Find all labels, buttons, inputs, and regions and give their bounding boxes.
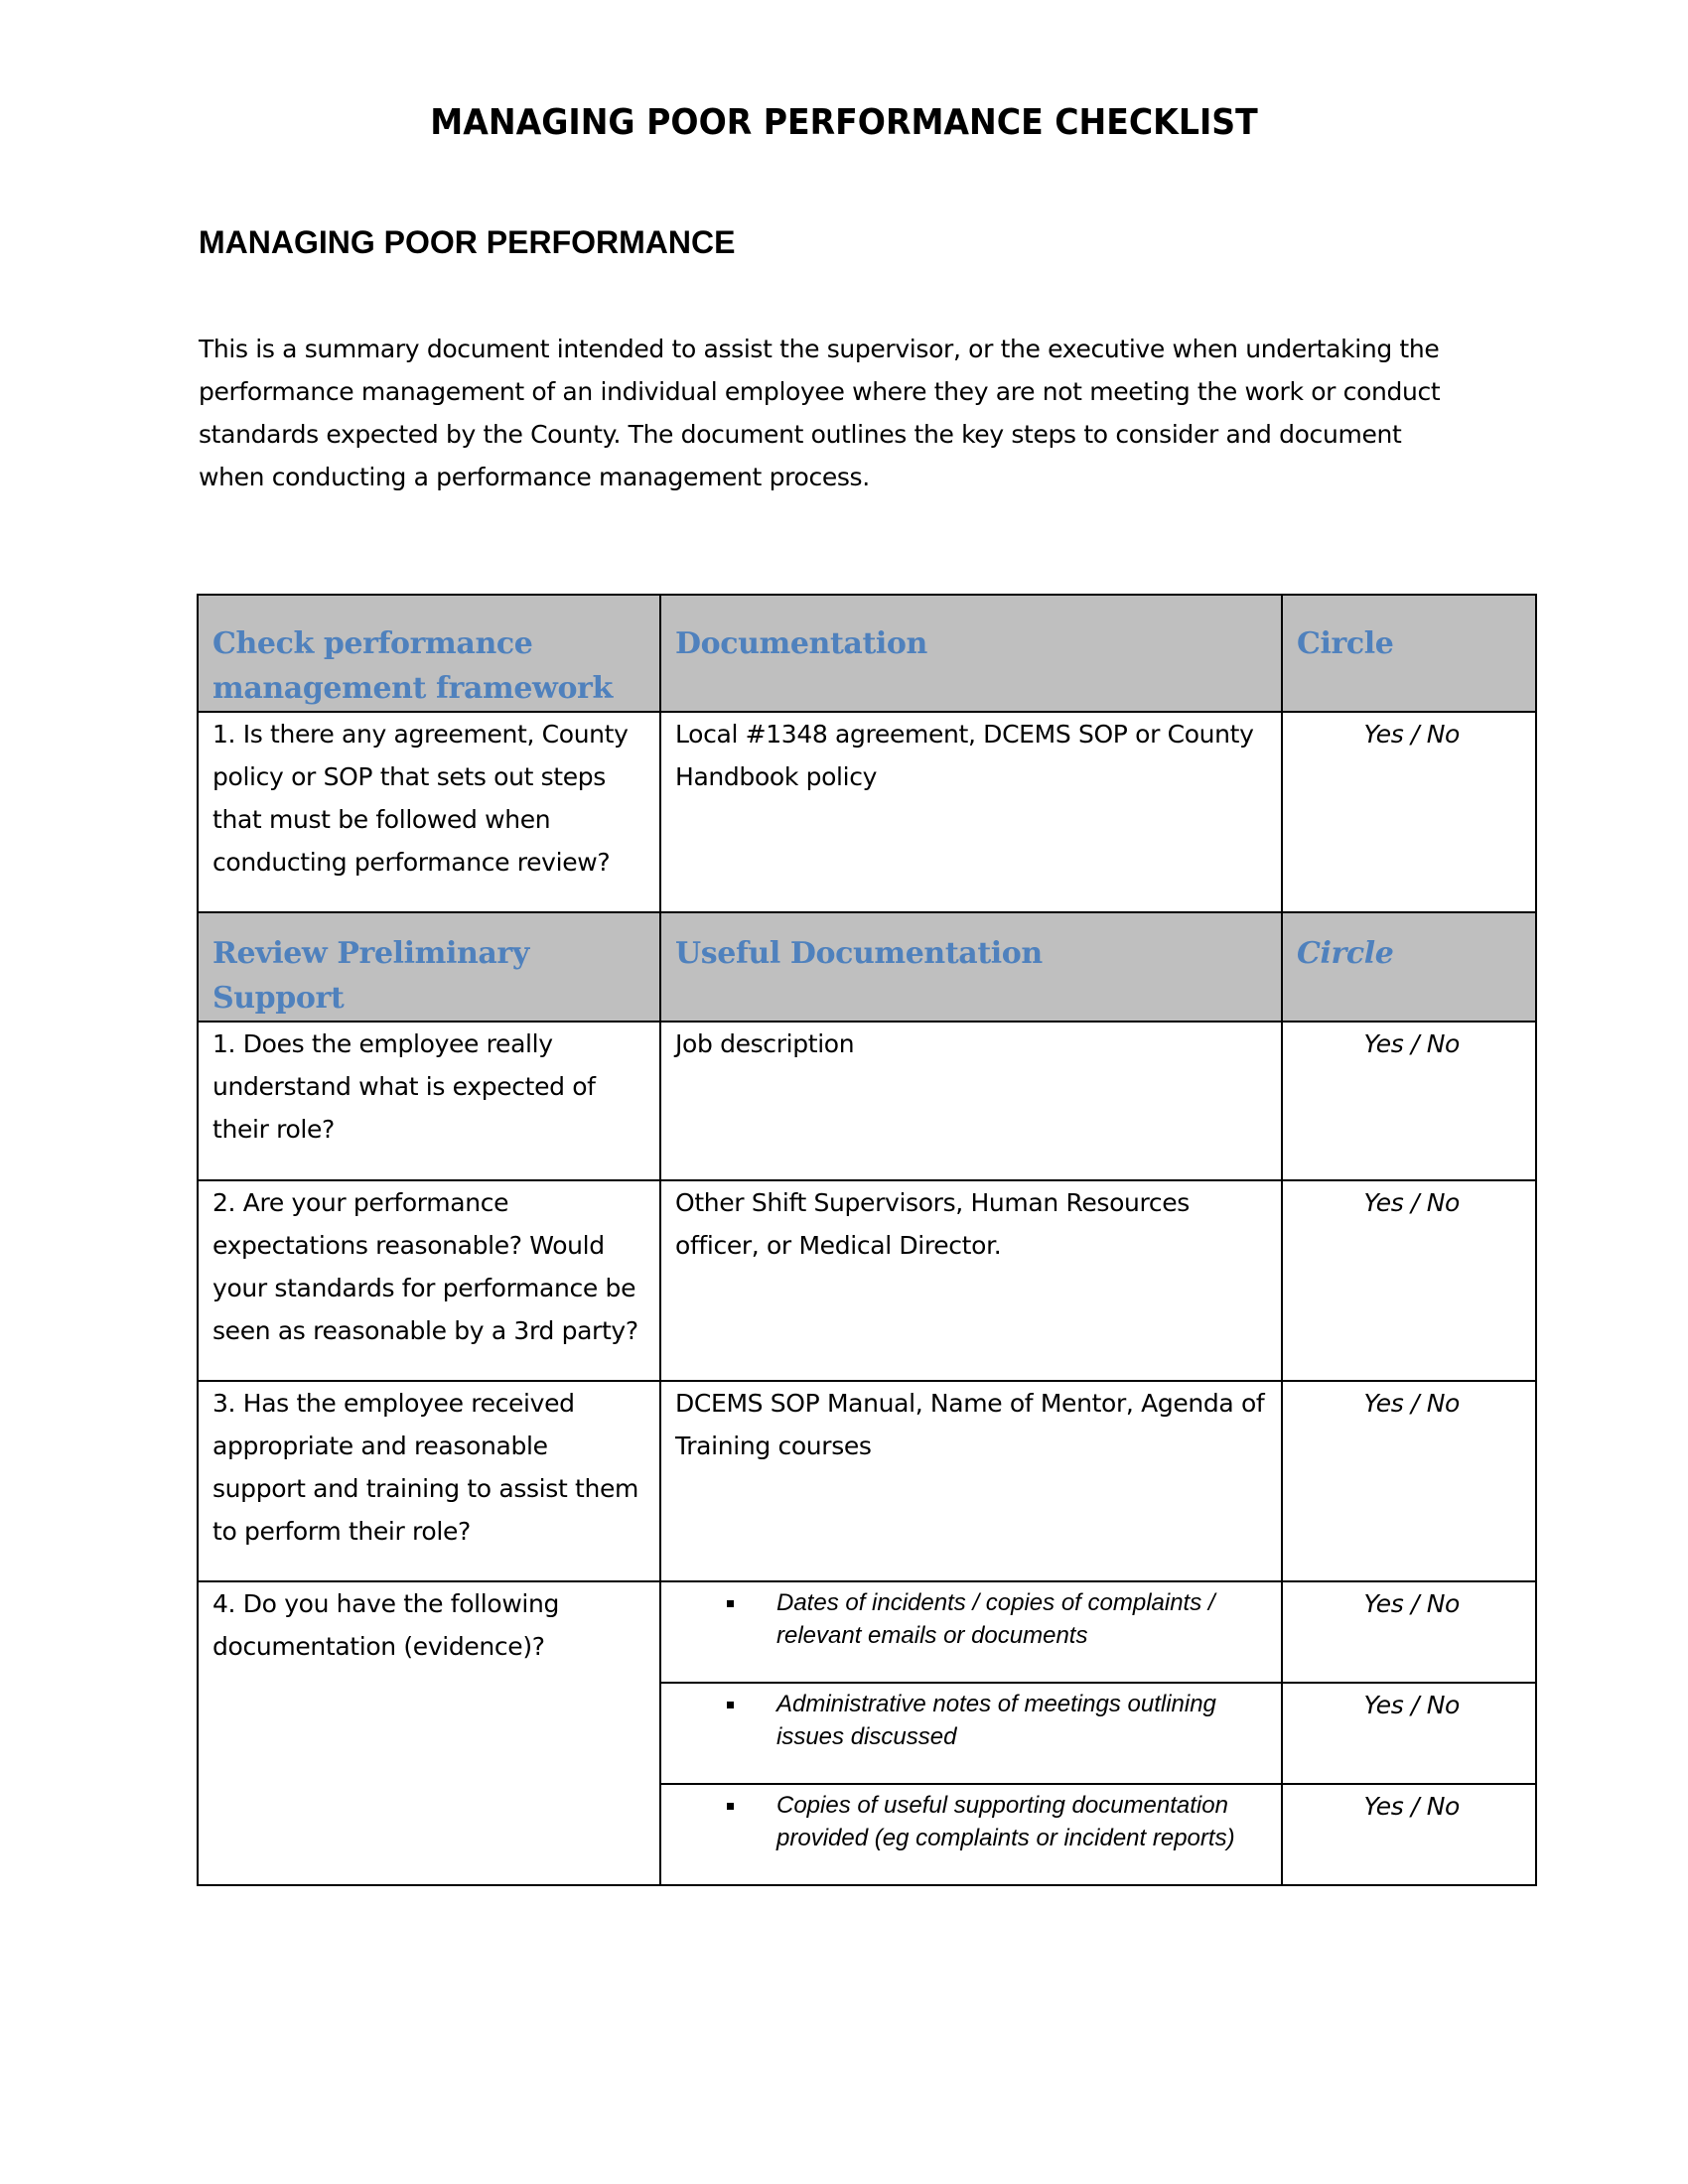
support-header-circle: Circle bbox=[1281, 911, 1537, 1023]
intro-line: performance management of an individual … bbox=[199, 377, 1441, 406]
table-row: 1. Does the employee really understand w… bbox=[197, 1021, 1537, 1181]
documentation-cell: Local #1348 agreement, DCEMS SOP or Coun… bbox=[659, 711, 1283, 913]
checklist-table: Check performance management framework D… bbox=[197, 594, 1537, 1886]
documentation-cell: DCEMS SOP Manual, Name of Mentor, Agenda… bbox=[659, 1380, 1283, 1582]
table-row: 1. Is there any agreement, County policy… bbox=[197, 711, 1537, 913]
evidence-item-text: Copies of useful supporting documentatio… bbox=[776, 1792, 1235, 1851]
page-title: MANAGING POOR PERFORMANCE CHECKLIST bbox=[430, 102, 1258, 143]
table-row: 3. Has the employee received appropriate… bbox=[197, 1380, 1537, 1582]
evidence-item: Dates of incidents / copies of complaint… bbox=[659, 1580, 1283, 1684]
support-header-review: Review Preliminary Support bbox=[197, 911, 661, 1023]
section-heading: MANAGING POOR PERFORMANCE bbox=[199, 224, 736, 260]
intro-line: This is a summary document intended to a… bbox=[199, 335, 1440, 363]
question-cell: 3. Has the employee received appropriate… bbox=[197, 1380, 661, 1582]
yes-no-option[interactable]: Yes / No bbox=[1281, 1783, 1537, 1886]
yes-no-option[interactable]: Yes / No bbox=[1281, 1380, 1537, 1582]
question-cell: 2. Are your performance expectations rea… bbox=[197, 1179, 661, 1382]
evidence-row: 4. Do you have the following documentati… bbox=[197, 1580, 1537, 1886]
yes-no-option[interactable]: Yes / No bbox=[1281, 711, 1537, 913]
intro-paragraph: This is a summary document intended to a… bbox=[199, 328, 1519, 498]
yes-no-option[interactable]: Yes / No bbox=[1281, 1682, 1537, 1785]
support-header-row: Review Preliminary Support Useful Docume… bbox=[197, 911, 1537, 1023]
yes-no-option[interactable]: Yes / No bbox=[1281, 1179, 1537, 1382]
evidence-item: Administrative notes of meetings outlini… bbox=[659, 1682, 1283, 1785]
bullet-icon bbox=[727, 1803, 734, 1810]
question-cell: 1. Is there any agreement, County policy… bbox=[197, 711, 661, 913]
framework-header-circle: Circle bbox=[1281, 594, 1537, 713]
documentation-cell: Other Shift Supervisors, Human Resources… bbox=[659, 1179, 1283, 1382]
evidence-item-text: Dates of incidents / copies of complaint… bbox=[776, 1589, 1215, 1649]
documentation-cell: Job description bbox=[659, 1021, 1283, 1181]
question-cell: 1. Does the employee really understand w… bbox=[197, 1021, 661, 1181]
intro-line: when conducting a performance management… bbox=[199, 463, 870, 491]
bullet-icon bbox=[727, 1600, 734, 1607]
support-header-documentation: Useful Documentation bbox=[659, 911, 1283, 1023]
bullet-icon bbox=[727, 1702, 734, 1708]
evidence-item: Copies of useful supporting documentatio… bbox=[659, 1783, 1283, 1886]
question-cell: 4. Do you have the following documentati… bbox=[197, 1580, 661, 1886]
yes-no-option[interactable]: Yes / No bbox=[1281, 1580, 1537, 1684]
table-row: 2. Are your performance expectations rea… bbox=[197, 1179, 1537, 1382]
framework-header-check: Check performance management framework bbox=[197, 594, 661, 713]
framework-header-documentation: Documentation bbox=[659, 594, 1283, 713]
framework-header-row: Check performance management framework D… bbox=[197, 594, 1537, 713]
yes-no-option[interactable]: Yes / No bbox=[1281, 1021, 1537, 1181]
intro-line: standards expected by the County. The do… bbox=[199, 420, 1402, 449]
evidence-item-text: Administrative notes of meetings outlini… bbox=[776, 1691, 1216, 1750]
